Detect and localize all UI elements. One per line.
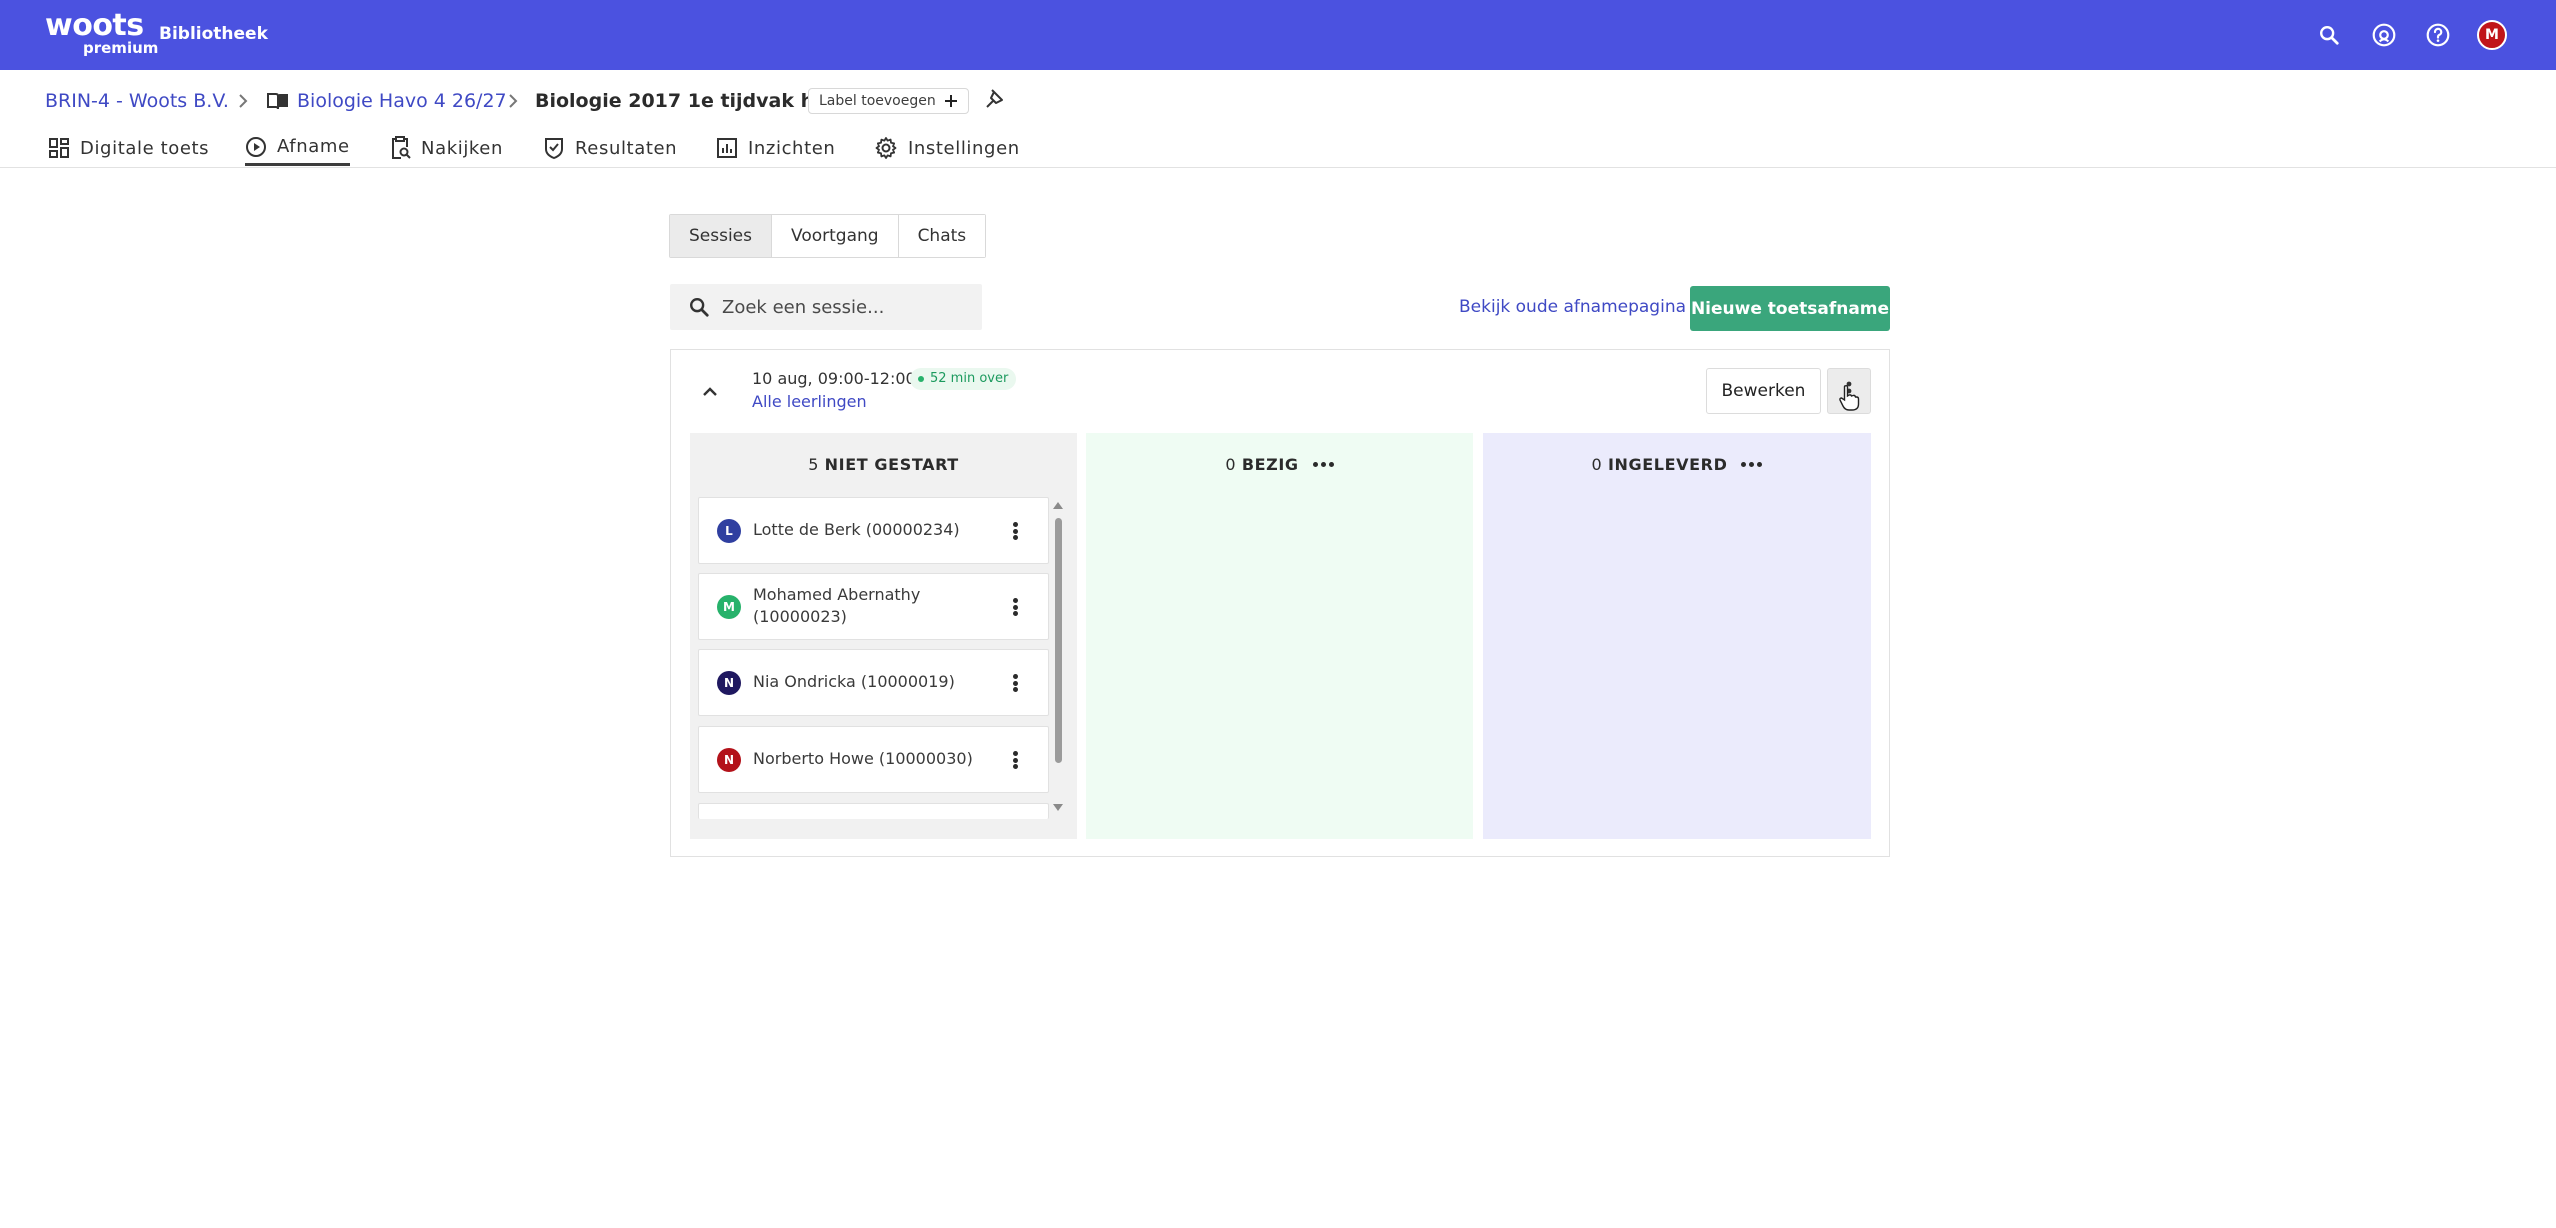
tab-label: Inzichten (748, 137, 836, 159)
search-icon (690, 298, 709, 317)
column-title: BEZIG (1241, 455, 1299, 474)
scrollbar-thumb[interactable] (1055, 518, 1062, 763)
student-card[interactable]: L Lotte de Berk (00000234) (698, 497, 1049, 564)
column-header: 0 BEZIG (1086, 455, 1473, 474)
column-menu-icon[interactable] (1312, 462, 1334, 467)
tab-inzichten[interactable]: Inzichten (716, 130, 835, 166)
edit-session-button[interactable]: Bewerken (1706, 368, 1821, 414)
old-page-link[interactable]: Bekijk oude afnamepagina (1459, 294, 1686, 320)
tab-afname[interactable]: Afname (245, 130, 350, 166)
student-menu-icon[interactable] (1010, 671, 1020, 695)
tab-resultaten[interactable]: Resultaten (543, 130, 677, 166)
gear-icon (875, 137, 897, 159)
session-search (670, 284, 982, 330)
pin-icon[interactable] (982, 86, 1008, 112)
student-menu-icon[interactable] (1010, 519, 1020, 543)
breadcrumb-course[interactable]: Biologie Havo 4 26/27 (297, 88, 507, 114)
scroll-up-arrow-icon[interactable] (1052, 500, 1064, 510)
column-menu-icon[interactable] (1741, 462, 1763, 467)
student-name: Lotte de Berk (00000234) (753, 520, 960, 539)
segment-sessies[interactable]: Sessies (670, 215, 773, 257)
student-menu-icon[interactable] (1010, 748, 1020, 772)
support-icon[interactable] (2369, 20, 2399, 50)
column-submitted: 0 INGELEVERD (1483, 433, 1871, 839)
woots-logo[interactable]: woots premium (45, 8, 158, 57)
student-card[interactable]: N Norberto Howe (10000030) (698, 726, 1049, 793)
search-input[interactable] (722, 296, 972, 318)
tab-label: Digitale toets (80, 137, 210, 159)
add-label-text: Label toevoegen (819, 93, 936, 109)
column-title: INGELEVERD (1608, 455, 1728, 474)
time-left-badge: 52 min over (910, 368, 1017, 390)
student-avatar: N (717, 748, 741, 772)
session-date: 10 aug, 09:00-12:00 (752, 369, 916, 388)
book-icon (267, 93, 288, 110)
breadcrumb-org[interactable]: BRIN-4 - Woots B.V. (45, 88, 229, 114)
tab-label: Nakijken (421, 137, 503, 159)
grid-icon (49, 138, 69, 158)
chevron-up-icon[interactable] (698, 380, 722, 404)
student-menu-icon[interactable] (1010, 595, 1020, 619)
play-circle-icon (246, 136, 266, 157)
student-name: Mohamed Abernathy (10000023) (753, 585, 921, 626)
breadcrumb-assignment: Biologie 2017 1e tijdvak havo (535, 90, 853, 112)
user-avatar[interactable]: M (2477, 20, 2507, 50)
clipboard-search-icon (392, 136, 411, 159)
column-count: 0 (1225, 455, 1237, 474)
tab-nakijken[interactable]: Nakijken (389, 130, 503, 166)
add-label-button[interactable]: Label toevoegen (808, 88, 969, 114)
student-avatar: N (717, 671, 741, 695)
tab-label: Afname (277, 136, 350, 157)
tab-label: Resultaten (575, 137, 678, 159)
student-card[interactable]: N Nia Ondricka (10000019) (698, 649, 1049, 716)
segment-chats[interactable]: Chats (898, 215, 986, 257)
student-avatar: L (717, 519, 741, 543)
column-busy: 0 BEZIG (1086, 433, 1473, 839)
column-header: 0 INGELEVERD (1483, 455, 1871, 474)
top-bar: woots premium Bibliotheek M (0, 0, 2556, 70)
nav-divider (0, 167, 2556, 168)
scroll-down-arrow-icon[interactable] (1052, 803, 1064, 813)
logo-subtext: premium (83, 39, 159, 57)
hand-cursor-icon (1839, 384, 1860, 411)
tab-label: Instellingen (908, 137, 1020, 159)
column-title: NIET GESTART (824, 455, 959, 474)
tab-instellingen[interactable]: Instellingen (874, 130, 1020, 166)
tab-digitale-toets[interactable]: Digitale toets (48, 130, 209, 166)
session-audience[interactable]: Alle leerlingen (752, 391, 867, 413)
chevron-right-icon (509, 94, 518, 108)
chevron-right-icon (239, 94, 248, 108)
help-icon[interactable] (2423, 20, 2453, 50)
student-card[interactable] (698, 803, 1049, 819)
bar-chart-icon (717, 138, 737, 158)
logo-text: woots (45, 8, 144, 43)
student-name: Norberto Howe (10000030) (753, 749, 973, 768)
shield-check-icon (545, 138, 563, 160)
plus-icon (944, 95, 957, 107)
column-count: 5 (808, 455, 819, 474)
column-header: 5 NIET GESTART (690, 455, 1077, 474)
new-session-button[interactable]: Nieuwe toetsafname (1690, 286, 1890, 331)
segment-voortgang[interactable]: Voortgang (772, 215, 899, 257)
view-switcher: Sessies Voortgang Chats (669, 214, 987, 258)
student-card[interactable]: M Mohamed Abernathy (10000023) (698, 573, 1049, 640)
column-count: 0 (1591, 455, 1603, 474)
student-name: Nia Ondricka (10000019) (753, 672, 955, 691)
search-icon[interactable] (2314, 20, 2344, 50)
student-avatar: M (717, 595, 741, 619)
library-link[interactable]: Bibliotheek (159, 22, 268, 46)
